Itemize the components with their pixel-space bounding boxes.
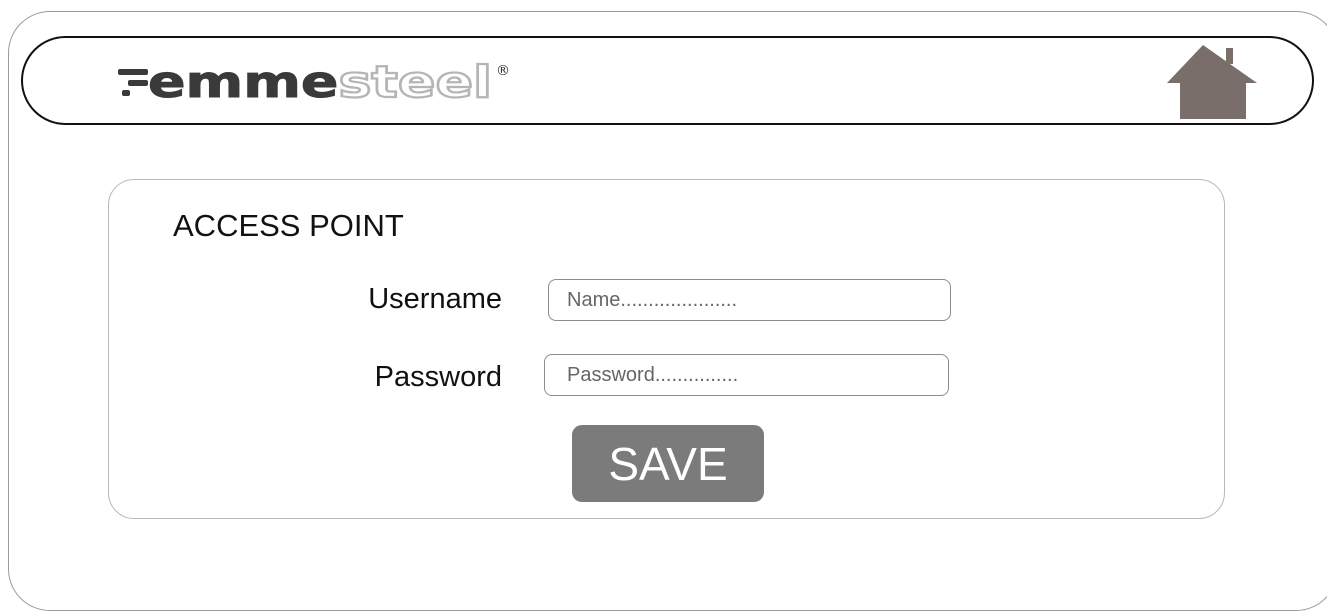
logo-speed-lines [118,69,148,96]
password-label: Password [374,361,502,393]
logo-text: emme steel [148,57,492,108]
username-input[interactable] [548,279,951,321]
panel-title: ACCESS POINT [173,208,404,243]
password-input[interactable] [544,354,949,396]
home-button[interactable] [1165,38,1265,123]
save-button[interactable]: SAVE [572,425,764,502]
logo-text-light: steel [338,57,492,108]
username-label: Username [368,283,502,315]
logo-text-bold: emme [148,57,338,108]
house-icon [1167,45,1257,119]
emmesteel-logo: emme steel ® [118,57,510,109]
registered-mark: ® [496,63,510,79]
